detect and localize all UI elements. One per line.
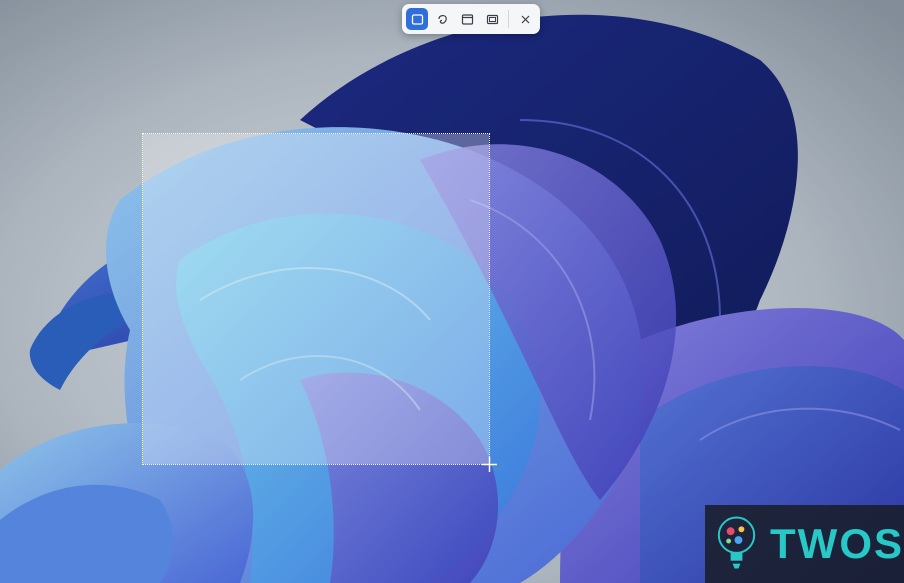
freeform-mode-button[interactable]: [431, 8, 453, 30]
window-mode-button[interactable]: [456, 8, 478, 30]
toolbar-divider: [508, 10, 509, 28]
fullscreen-mode-button[interactable]: [481, 8, 503, 30]
fullscreen-snip-icon: [486, 14, 498, 24]
close-icon: [521, 15, 529, 23]
window-snip-icon: [461, 13, 473, 25]
watermark-text: TWOS: [770, 520, 904, 567]
desktop-screen: TWOS: [0, 0, 904, 583]
twos-watermark: TWOS: [705, 505, 904, 583]
rectangle-snip-icon: [411, 13, 423, 25]
lightbulb-logo: [717, 516, 756, 569]
snip-toolbar: [402, 4, 540, 34]
close-button[interactable]: [514, 8, 536, 30]
rectangle-mode-button[interactable]: [406, 8, 428, 30]
freeform-snip-icon: [437, 14, 447, 24]
capture-selection-area[interactable]: [142, 133, 490, 465]
crosshair-icon: [482, 457, 497, 472]
